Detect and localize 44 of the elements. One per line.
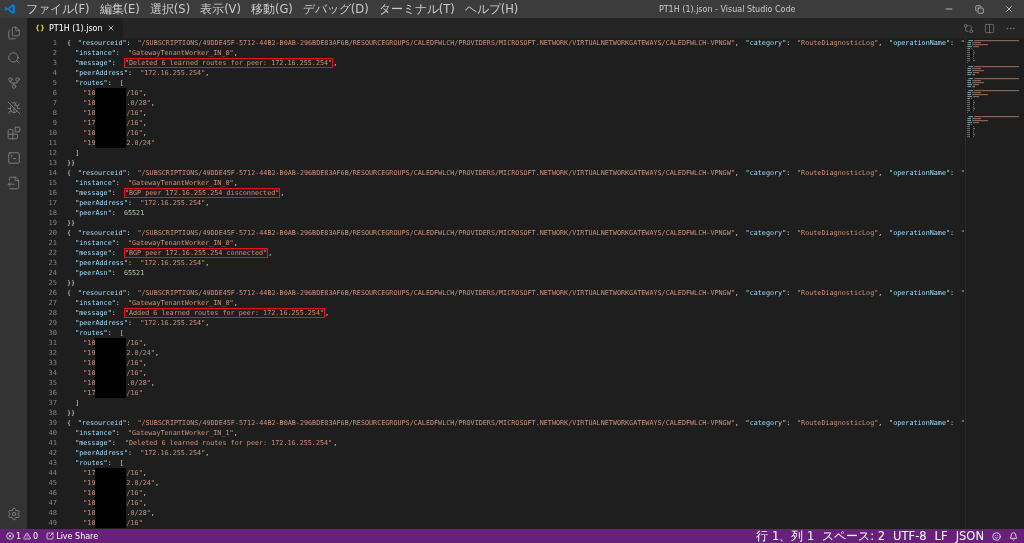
status-item[interactable]: JSON: [955, 529, 984, 543]
redaction-block: [95, 138, 127, 148]
smiley-icon[interactable]: [992, 531, 1001, 541]
status-item[interactable]: UTF-8: [893, 529, 927, 543]
settings-icon[interactable]: [6, 507, 21, 521]
app-logo-icon: [4, 3, 16, 15]
error-count: 1: [16, 531, 22, 541]
close-icon: [1004, 4, 1014, 14]
redaction-block: [95, 388, 127, 398]
file-arrow-icon[interactable]: [6, 176, 21, 190]
close-icon[interactable]: [106, 24, 115, 32]
menu-item[interactable]: ヘルプ(H): [462, 1, 521, 17]
redaction-block: [95, 88, 127, 98]
menu-item[interactable]: 移動(G): [248, 1, 295, 17]
bug-icon[interactable]: [6, 101, 21, 115]
branch-icon[interactable]: [6, 76, 21, 90]
error-icon: [6, 532, 14, 540]
status-item[interactable]: スペース: 2: [822, 529, 886, 543]
menu-item[interactable]: 編集(E): [97, 1, 142, 17]
status-item[interactable]: 行 1、列 1: [756, 529, 815, 543]
warning-count: 0: [33, 531, 39, 541]
bell-icon[interactable]: [1009, 531, 1018, 541]
menu-item[interactable]: 表示(V): [198, 1, 243, 17]
menu-item[interactable]: ファイル(F): [24, 1, 92, 17]
redaction-block: [95, 338, 127, 348]
terminal-icon[interactable]: [6, 151, 21, 165]
live-share-button[interactable]: Live Share: [46, 531, 99, 541]
split-editor-icon[interactable]: [984, 22, 995, 34]
menu-item[interactable]: デバッグ(D): [300, 1, 371, 17]
menu-item[interactable]: ターミナル(T): [376, 1, 457, 17]
status-item[interactable]: LF: [934, 529, 948, 543]
redaction-block: [95, 468, 127, 478]
compare-icon[interactable]: [963, 22, 974, 34]
blocks-icon[interactable]: [6, 126, 21, 140]
warning-icon: [23, 532, 32, 540]
search-icon[interactable]: [6, 51, 21, 65]
window-title: PT1H (1).json - Visual Studio Code: [657, 4, 797, 14]
files-icon[interactable]: [6, 26, 21, 40]
redaction-block: [95, 518, 127, 528]
problems-indicator[interactable]: 1 0: [6, 531, 39, 541]
live-share-label: Live Share: [56, 531, 99, 541]
share-arrow-icon: [46, 532, 55, 540]
restore-icon: [974, 4, 984, 14]
menu-item[interactable]: 選択(S): [147, 1, 193, 17]
